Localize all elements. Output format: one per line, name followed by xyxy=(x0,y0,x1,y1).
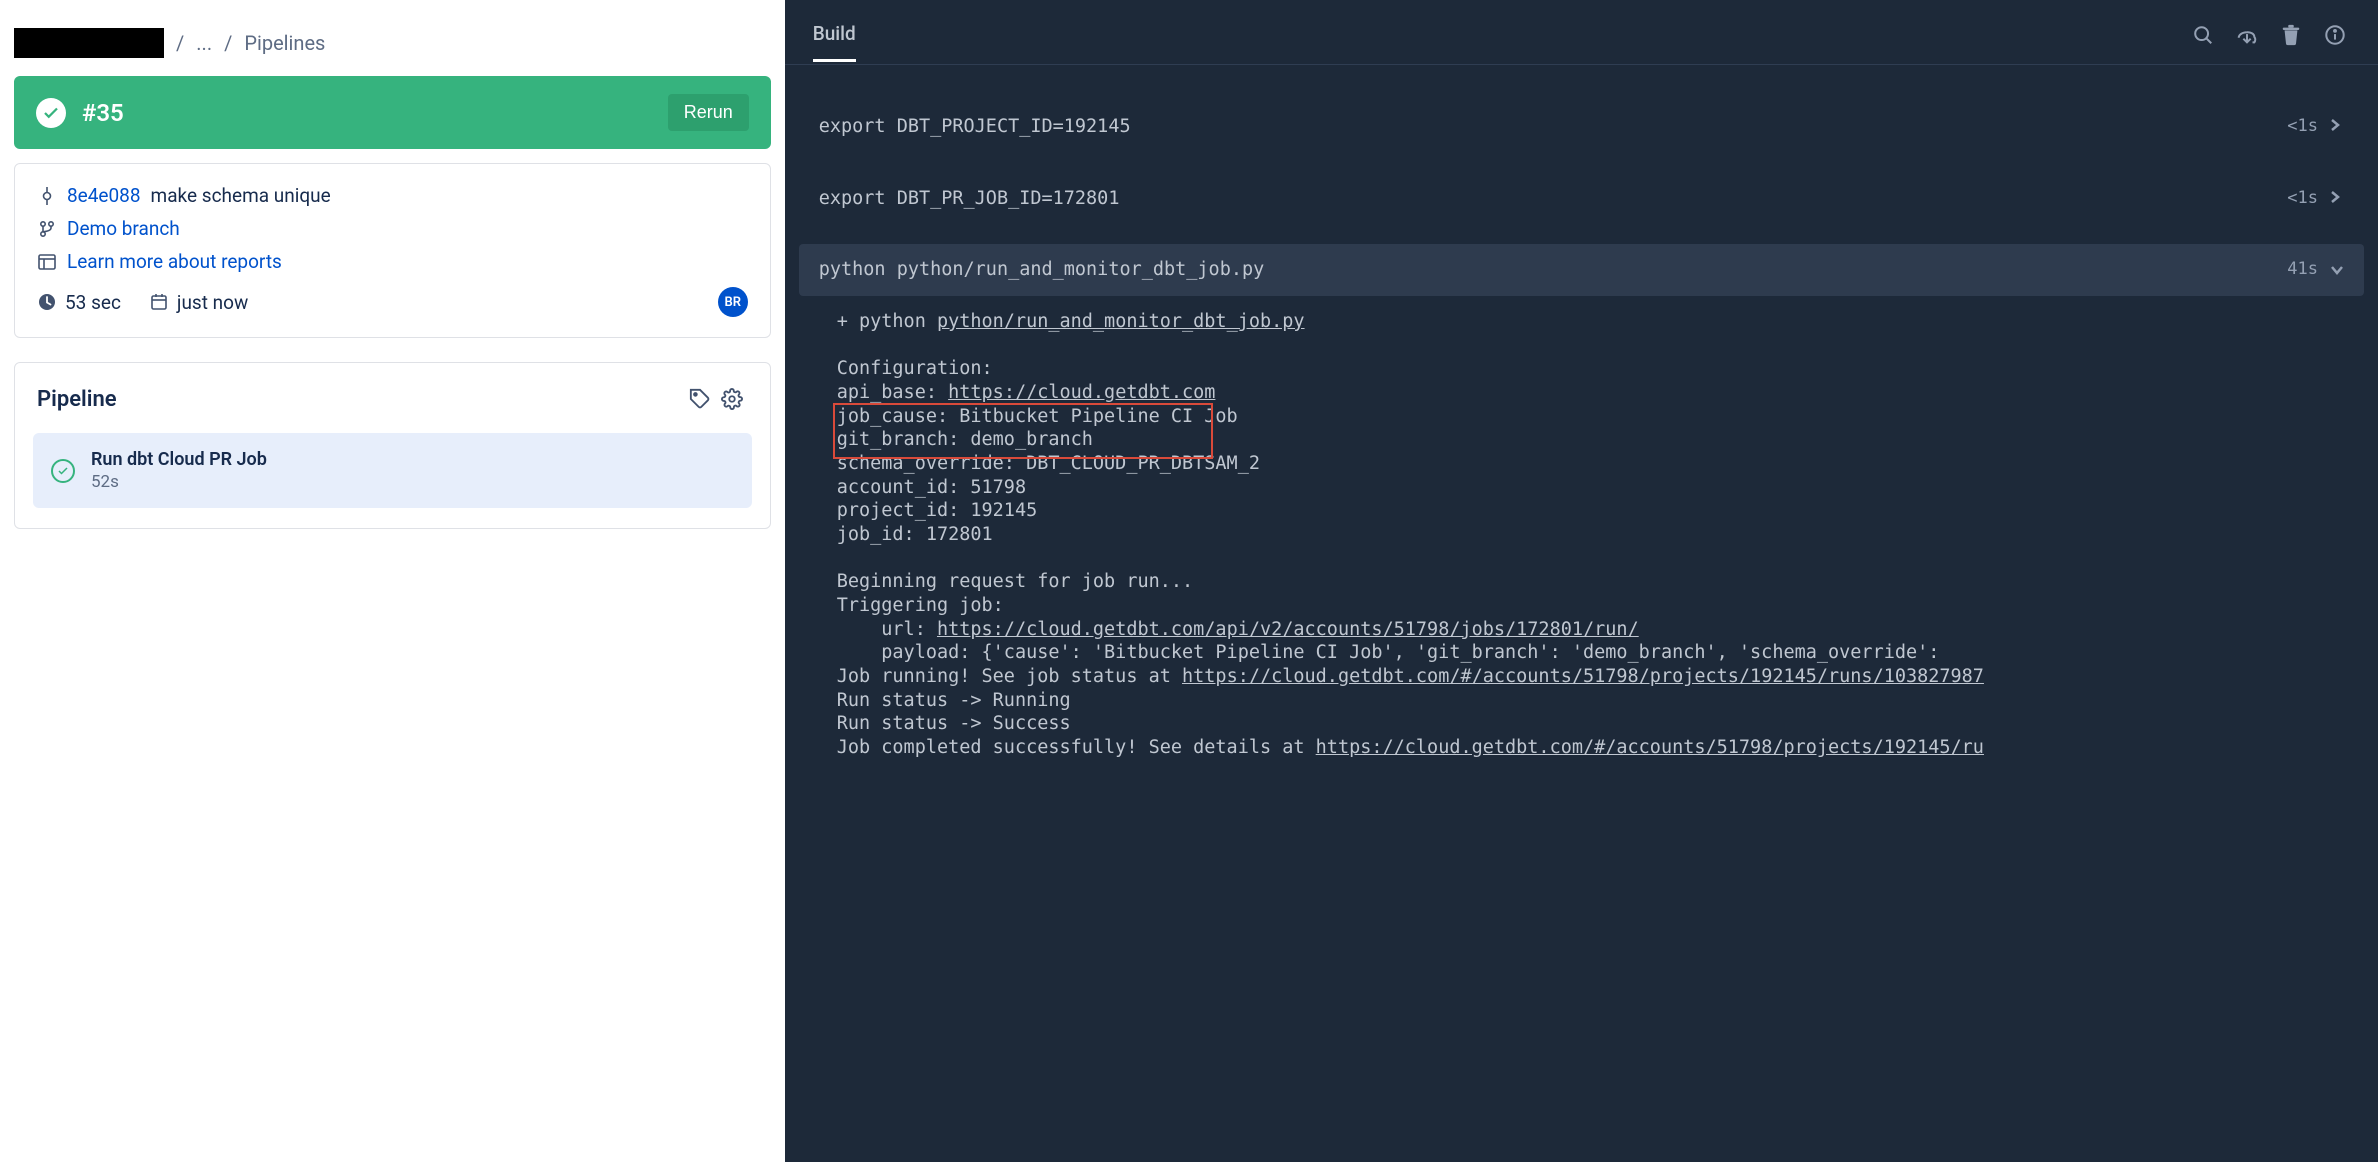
breadcrumb-ellipsis[interactable]: ... xyxy=(196,31,212,55)
duration-text: 53 sec xyxy=(65,291,121,314)
rerun-button[interactable]: Rerun xyxy=(668,94,749,131)
log-duration: 41s xyxy=(2287,259,2318,281)
clock-icon xyxy=(37,293,57,311)
log-duration: <1s xyxy=(2287,188,2318,210)
success-icon xyxy=(36,98,66,128)
branch-link[interactable]: Demo branch xyxy=(67,217,180,240)
search-icon[interactable] xyxy=(2188,20,2218,54)
info-icon[interactable] xyxy=(2320,20,2350,54)
chevron-right-icon xyxy=(2330,187,2344,211)
log-command: python python/run_and_monitor_dbt_job.py xyxy=(819,258,2276,282)
calendar-icon xyxy=(149,293,169,311)
pipeline-section: Pipeline Run dbt Cloud PR Job 52s xyxy=(14,362,771,529)
log-command-row[interactable]: python python/run_and_monitor_dbt_job.py… xyxy=(799,244,2364,296)
time-text: just now xyxy=(177,291,248,314)
branch-icon xyxy=(37,220,57,238)
pipeline-step[interactable]: Run dbt Cloud PR Job 52s xyxy=(33,433,752,508)
log-output: + python python/run_and_monitor_dbt_job.… xyxy=(799,296,2364,760)
log-command-row[interactable]: export DBT_PROJECT_ID=192145 <1s xyxy=(799,101,2364,153)
download-icon[interactable] xyxy=(2232,20,2262,54)
success-icon xyxy=(51,459,75,483)
commit-icon xyxy=(37,187,57,205)
log-area[interactable]: export DBT_PROJECT_ID=192145 <1s export … xyxy=(785,65,2378,1162)
tag-icon[interactable] xyxy=(684,383,716,415)
step-name: Run dbt Cloud PR Job xyxy=(91,449,267,470)
avatar[interactable]: BR xyxy=(718,287,748,317)
commit-hash-link[interactable]: 8e4e088 xyxy=(67,184,141,207)
gear-icon[interactable] xyxy=(716,383,748,415)
run-number: #35 xyxy=(82,99,652,127)
breadcrumb-sep: / xyxy=(224,31,232,55)
trash-icon[interactable] xyxy=(2276,20,2306,54)
reports-icon xyxy=(37,254,57,270)
left-panel: / ... / Pipelines #35 Rerun 8e4e088 make… xyxy=(0,0,785,1162)
log-duration: <1s xyxy=(2287,116,2318,138)
log-command-row[interactable]: export DBT_PR_JOB_ID=172801 <1s xyxy=(799,173,2364,225)
commit-message: make schema unique xyxy=(151,184,331,207)
breadcrumb-redacted xyxy=(14,28,164,58)
chevron-right-icon xyxy=(2330,115,2344,139)
commit-card: 8e4e088 make schema unique Demo branch L… xyxy=(14,163,771,338)
log-command: export DBT_PROJECT_ID=192145 xyxy=(819,115,2276,139)
reports-link[interactable]: Learn more about reports xyxy=(67,250,282,273)
step-duration: 52s xyxy=(91,472,267,492)
breadcrumb-current[interactable]: Pipelines xyxy=(244,31,325,55)
tab-build[interactable]: Build xyxy=(813,22,856,62)
log-command: export DBT_PR_JOB_ID=172801 xyxy=(819,187,2276,211)
chevron-down-icon xyxy=(2330,258,2344,282)
run-header: #35 Rerun xyxy=(14,76,771,149)
breadcrumb-sep: / xyxy=(176,31,184,55)
log-header: Build xyxy=(785,0,2378,65)
pipeline-title: Pipeline xyxy=(37,387,684,412)
right-panel: Build export DBT_PROJECT_ID=192145 <1s e… xyxy=(785,0,2378,1162)
breadcrumb: / ... / Pipelines xyxy=(14,0,771,76)
